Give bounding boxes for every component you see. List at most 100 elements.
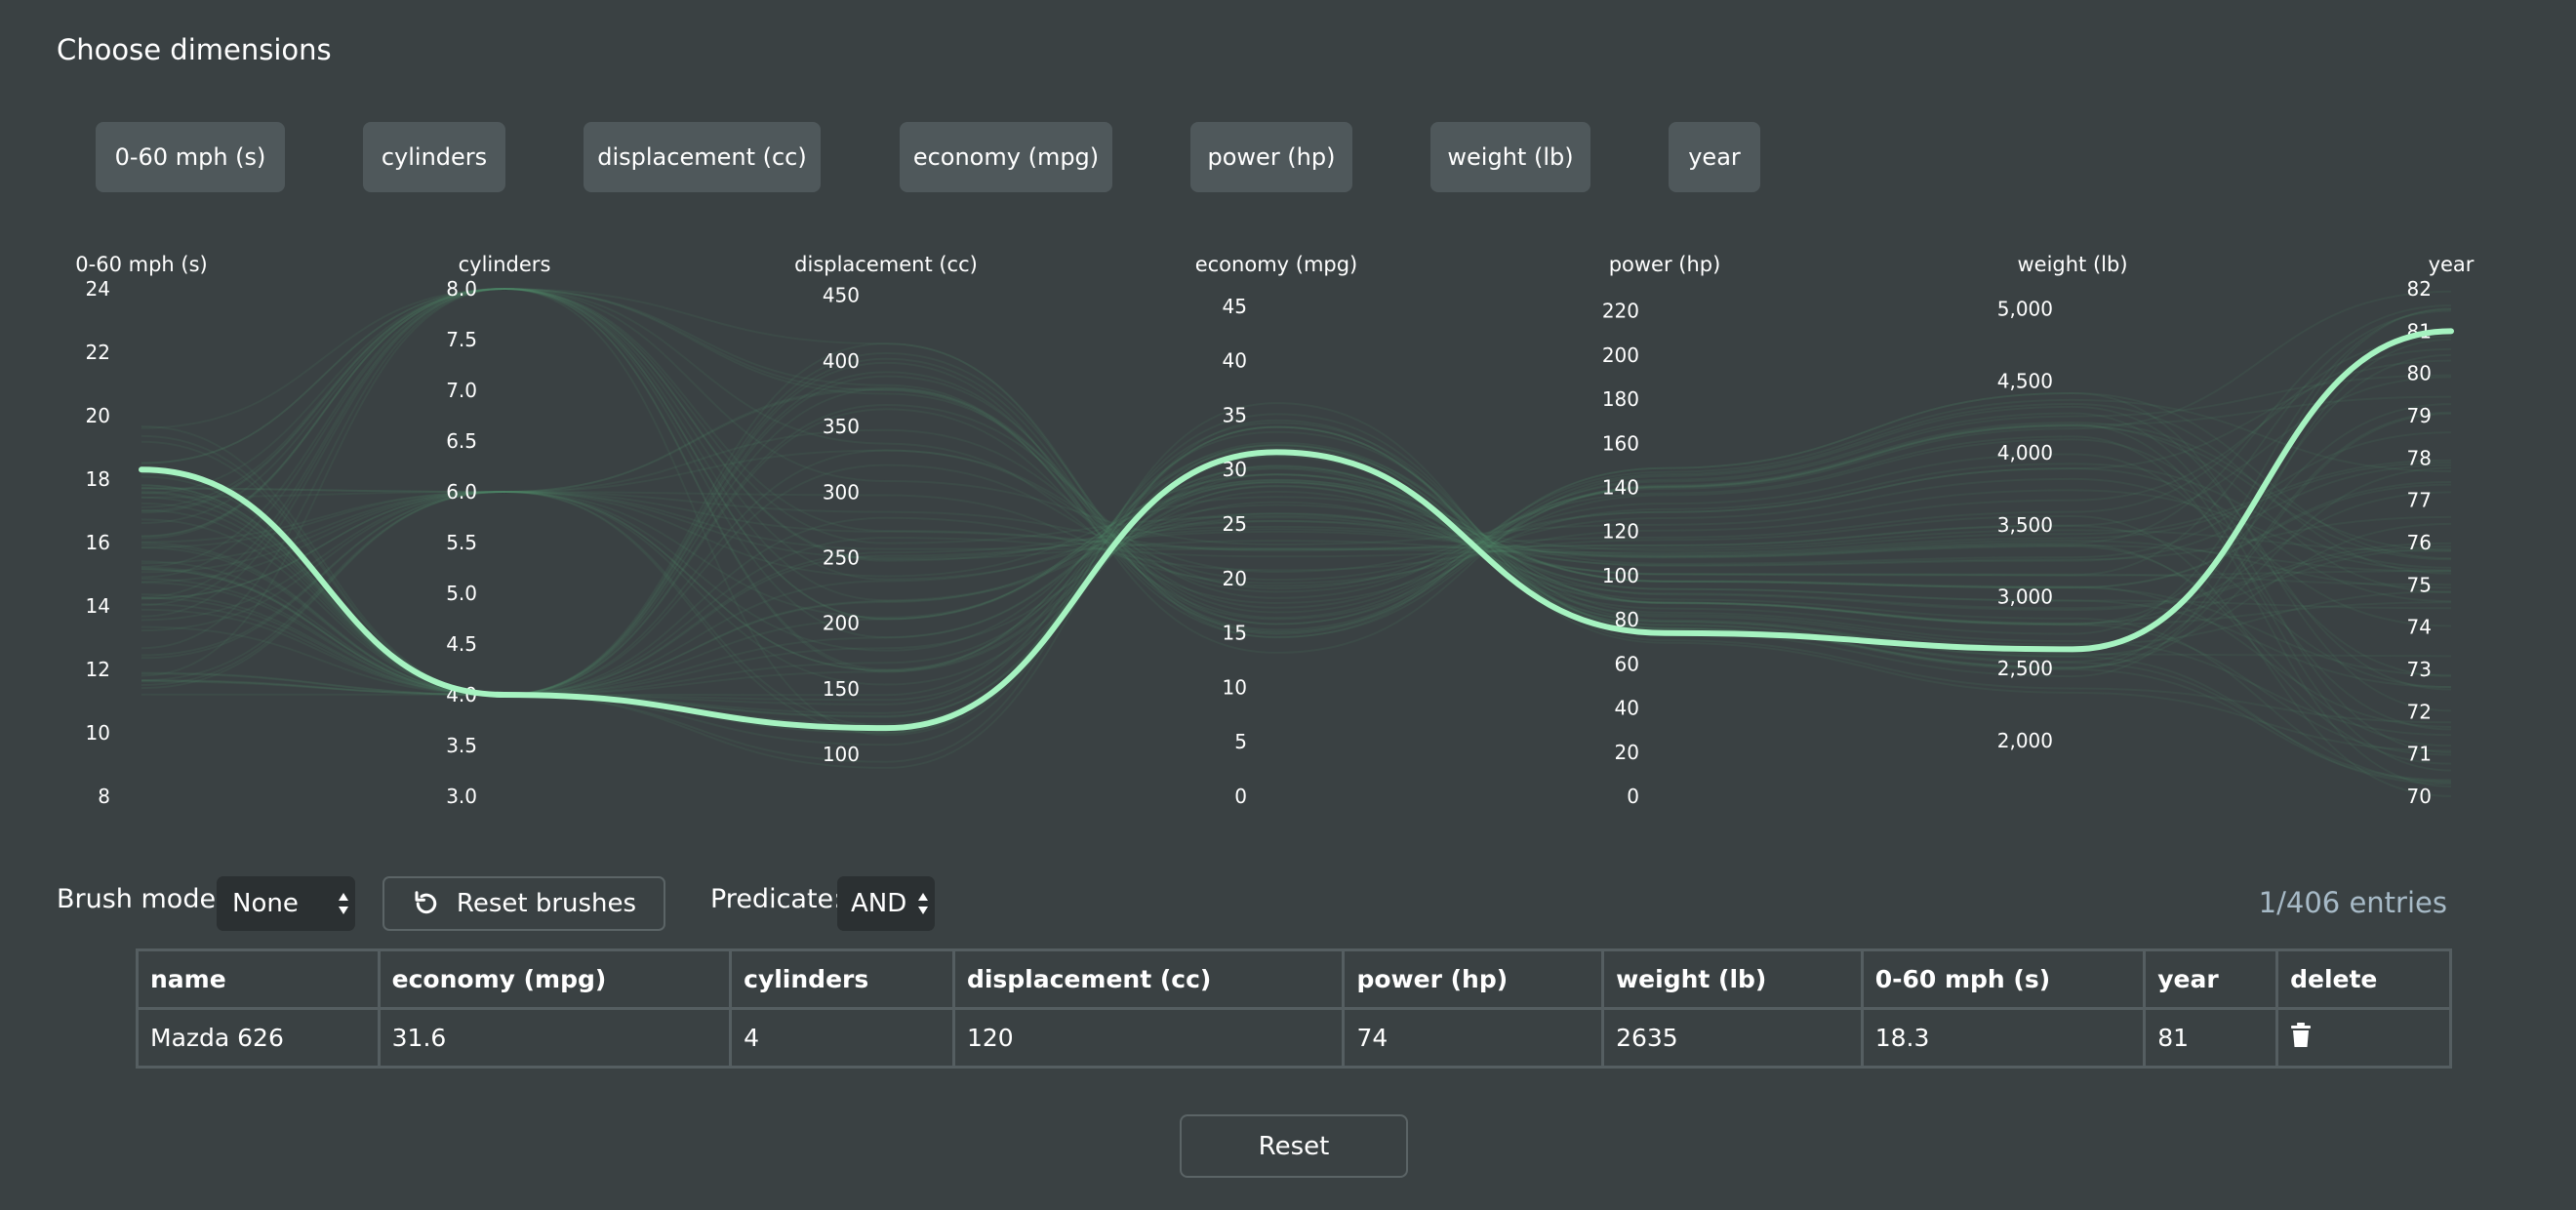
cell-displacement: 120 [951,1007,1346,1069]
tick-label: 2,000 [1997,729,2053,752]
column-header-year[interactable]: year [2143,948,2279,1010]
axis-label: 0-60 mph (s) [75,253,207,276]
tick-label: 3,000 [1997,585,2053,609]
tick-label: 5.0 [446,582,477,605]
column-header-delete: delete [2275,948,2452,1010]
background-line [141,525,2452,697]
data-table: name economy (mpg) cylinders displacemen… [136,948,2452,1069]
axis-2[interactable]: displacement (cc) 450 400 350 300 250 200 150 10… [794,253,978,766]
select-arrows-icon [918,893,928,914]
tick-label: 4,000 [1997,441,2053,464]
tick-label: 20 [1615,741,1639,764]
tick-label: 4,500 [1997,369,2053,392]
predicate-label: Predicate: [710,884,843,914]
reset-button[interactable]: Reset [1180,1114,1408,1178]
tick-label: 16 [86,531,110,554]
tick-label: 40 [1223,349,1247,373]
axis-1[interactable]: cylinders8.07.57.06.56.05.55.04.54.03.53… [446,253,550,808]
select-arrows-icon [339,893,348,914]
cell-weight: 2635 [1601,1007,1864,1069]
tick-label: 77 [2407,489,2432,512]
tick-label: 80 [2407,362,2432,385]
tick-label: 6.0 [446,480,477,504]
column-header-acceleration[interactable]: 0-60 mph (s) [1860,948,2147,1010]
dimension-button-economy[interactable]: economy (mpg) [900,122,1112,192]
tick-label: 250 [823,545,860,569]
tick-label: 3,500 [1997,513,2053,537]
dimension-button-year[interactable]: year [1669,122,1760,192]
axis-label: displacement (cc) [794,253,978,276]
column-header-displacement[interactable]: displacement (cc) [951,948,1346,1010]
tick-label: 100 [823,743,860,766]
tick-label: 3.0 [446,785,477,808]
tick-label: 78 [2407,446,2432,469]
tick-label: 0 [1627,785,1639,808]
tick-label: 100 [1602,564,1639,587]
cell-year: 81 [2143,1007,2279,1069]
column-header-economy[interactable]: economy (mpg) [377,948,733,1010]
dimension-button-weight[interactable]: weight (lb) [1430,122,1590,192]
dimension-button-displacement[interactable]: displacement (cc) [584,122,821,192]
background-line [141,404,2452,787]
dimension-button-0-60-mph[interactable]: 0-60 mph (s) [96,122,285,192]
background-line [141,287,2452,581]
axis-5[interactable]: weight (lb) 5,000 4,500 4,000 3,500 3,000 2,50… [1997,253,2128,752]
tick-label: 350 [823,415,860,438]
column-header-cylinders[interactable]: cylinders [729,948,955,1010]
column-header-name[interactable]: name [136,948,381,1010]
column-header-power[interactable]: power (hp) [1342,948,1605,1010]
tick-label: 60 [1615,652,1639,675]
brush-mode-value: None [232,889,299,918]
tick-label: 22 [86,341,110,364]
axis-label: power (hp) [1609,253,1721,276]
tick-label: 73 [2407,658,2432,681]
cell-cylinders: 4 [729,1007,955,1069]
tick-label: 0 [1234,785,1247,808]
tick-label: 120 [1602,520,1639,544]
cell-name: Mazda 626 [136,1007,381,1069]
tick-label: 79 [2407,404,2432,427]
tick-label: 140 [1602,475,1639,499]
reset-brushes-label: Reset brushes [456,889,637,918]
tick-label: 14 [86,594,110,618]
brush-mode-select[interactable]: None [217,876,355,931]
tick-label: 10 [86,721,110,745]
tick-label: 2,500 [1997,657,2053,680]
tick-label: 200 [1602,343,1639,367]
column-header-weight[interactable]: weight (lb) [1601,948,1864,1010]
dimension-button-cylinders[interactable]: cylinders [363,122,505,192]
tick-label: 7.5 [446,328,477,351]
undo-icon [415,891,437,914]
background-line [141,287,2452,638]
brush-mode-label: Brush mode: [57,884,225,914]
tick-label: 72 [2407,700,2432,723]
axis-label: cylinders [459,253,551,276]
axis-label: weight (lb) [2017,253,2127,276]
tick-label: 7.0 [446,379,477,402]
tick-label: 4.5 [446,632,477,656]
tick-label: 450 [823,284,860,307]
predicate-select[interactable]: AND [837,876,935,931]
axis-label: year [2429,253,2475,276]
tick-label: 160 [1602,431,1639,455]
tick-label: 12 [86,658,110,681]
predicate-value: AND [851,889,907,918]
cell-delete [2275,1007,2452,1069]
cell-power: 74 [1342,1007,1605,1069]
tick-label: 18 [86,467,110,491]
tick-label: 74 [2407,616,2432,639]
trash-icon[interactable] [2290,1022,2312,1048]
reset-brushes-button[interactable]: Reset brushes [382,876,665,931]
tick-label: 10 [1223,675,1247,699]
tick-label: 82 [2407,277,2432,301]
table-header-row: name economy (mpg) cylinders displacemen… [136,948,2452,1010]
tick-label: 5,000 [1997,298,2053,321]
dimension-button-power[interactable]: power (hp) [1190,122,1352,192]
tick-label: 35 [1223,403,1247,426]
tick-label: 5.5 [446,531,477,554]
parallel-coordinates-chart[interactable]: 0-60 mph (s)24 22 20 18 16 14 12 10 8 cylinders8.… [0,234,2576,820]
entries-count: 1/406 entries [2258,886,2447,919]
tick-label: 70 [2407,785,2432,808]
tick-label: 400 [823,349,860,373]
cell-economy: 31.6 [377,1007,733,1069]
